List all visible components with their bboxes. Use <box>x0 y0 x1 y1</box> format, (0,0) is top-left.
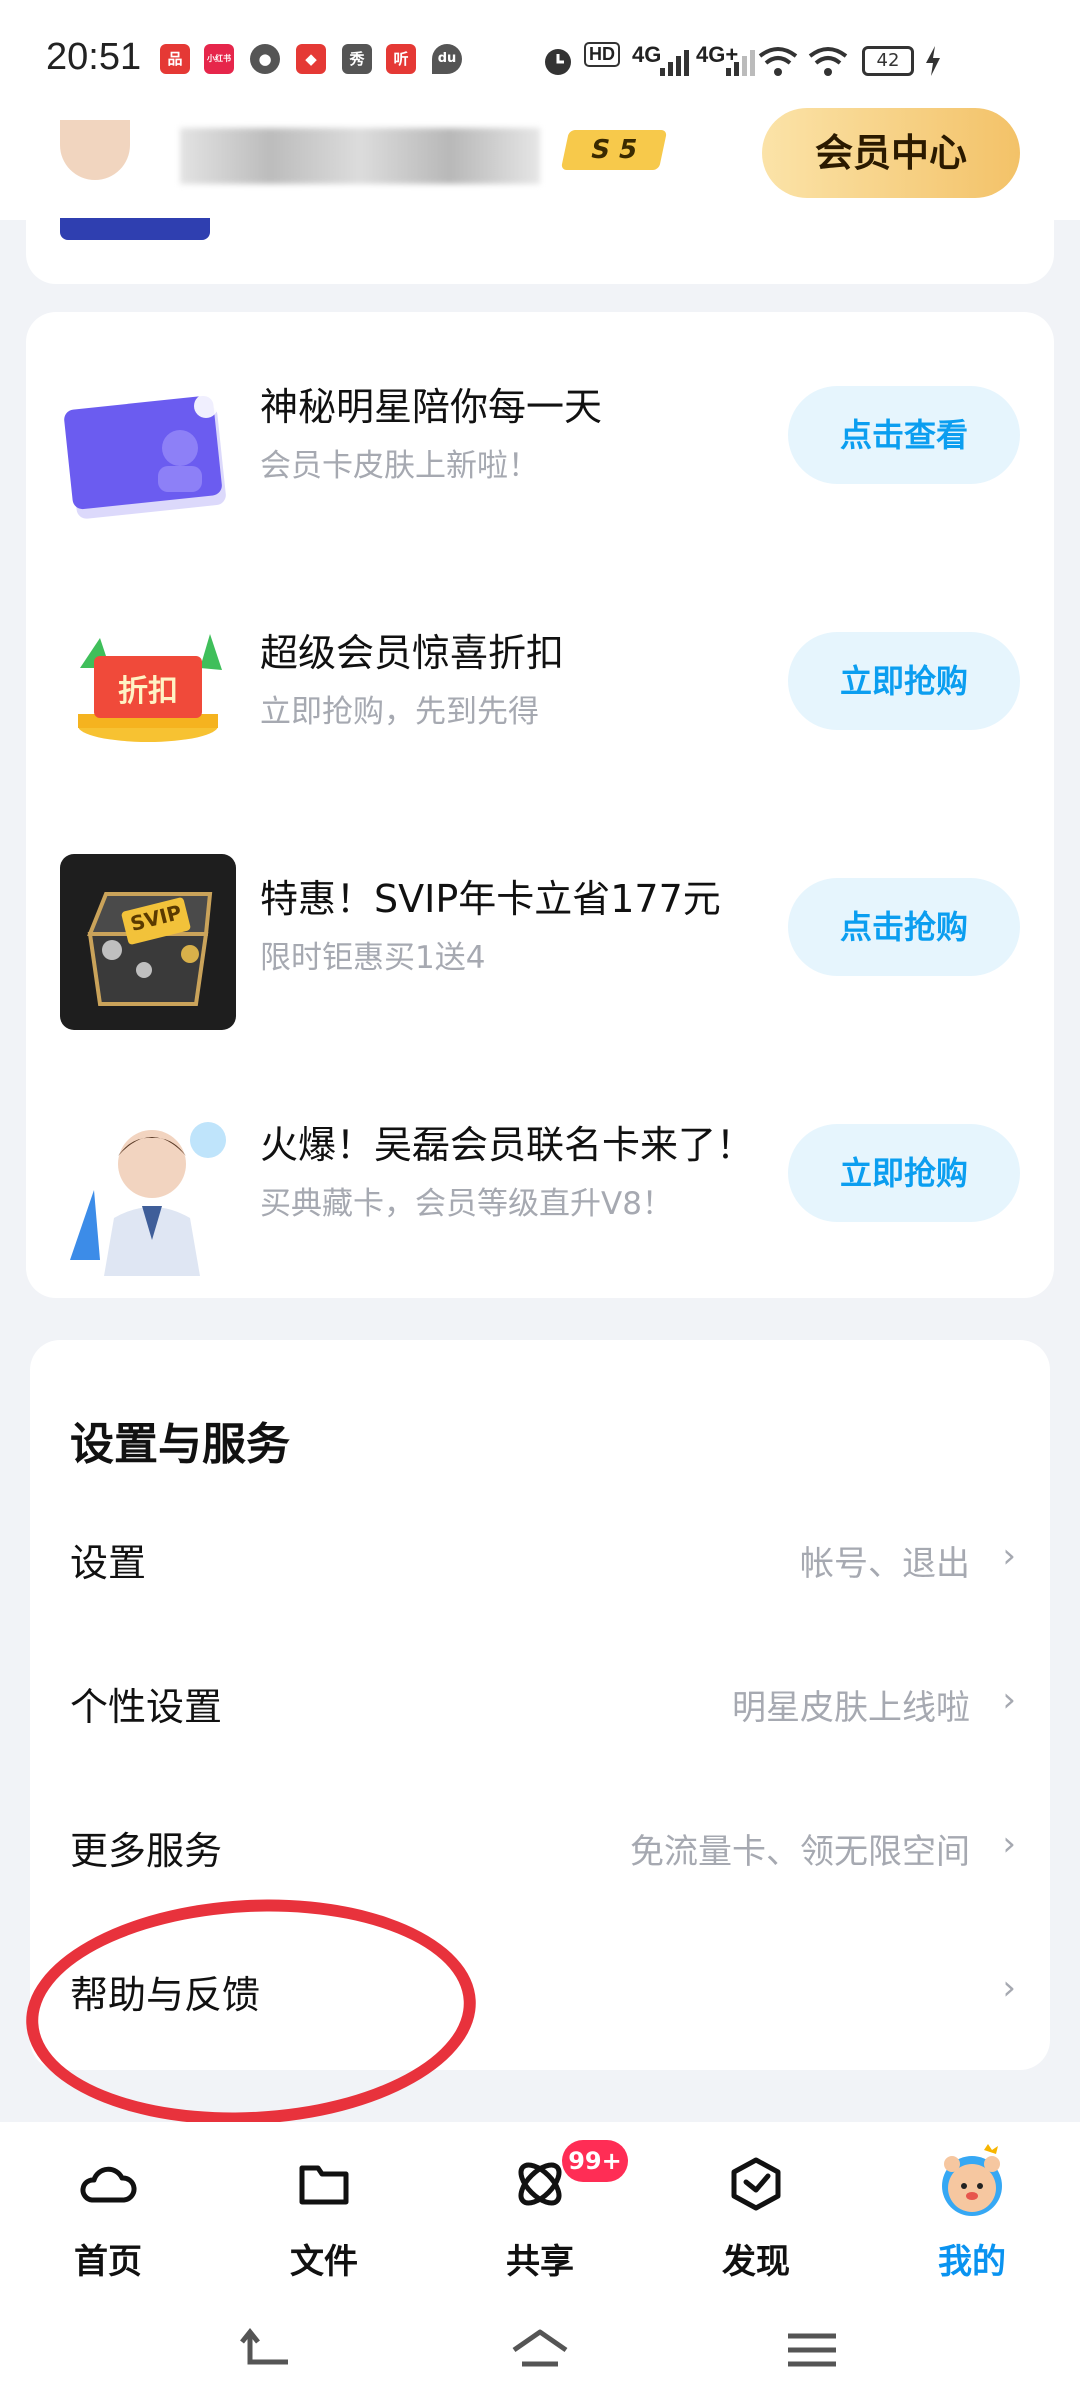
promo-subtitle: 限时钜惠买1送4 <box>260 940 486 976</box>
hd-indicator: HD <box>584 42 620 67</box>
tab-home[interactable]: 首页 <box>0 2122 216 2298</box>
chat-icon: ● <box>250 44 280 74</box>
tab-discover[interactable]: 发现 <box>648 2122 864 2298</box>
wifi-icon-2 <box>808 47 848 76</box>
tab-label: 我的 <box>938 2242 1006 2282</box>
discount-thumbnail: 折扣 <box>60 608 236 784</box>
member-card-strip <box>60 218 210 240</box>
user-avatar[interactable] <box>60 120 130 180</box>
menu-icon[interactable] <box>782 2326 842 2376</box>
level-badge: S 5 <box>560 130 668 170</box>
back-icon[interactable] <box>238 2326 298 2376</box>
promo-title: 火爆！吴磊会员联名卡来了！ <box>260 1123 755 1167</box>
alarm-icon <box>545 49 571 75</box>
discount-thumb-label: 折扣 <box>118 674 178 709</box>
promo-title: 超级会员惊喜折扣 <box>260 631 565 675</box>
cloud-icon <box>80 2166 137 2203</box>
tab-label: 共享 <box>506 2242 574 2282</box>
chevron-right-icon: › <box>1002 1968 1016 2008</box>
tab-mine[interactable]: 我的 <box>864 2122 1080 2298</box>
buy-now-button[interactable]: 立即抢购 <box>788 632 1020 730</box>
chevron-right-icon: › <box>1002 1680 1016 1720</box>
tab-label: 首页 <box>74 2242 142 2282</box>
signal-icon-1 <box>660 50 689 76</box>
system-navigation-bar <box>0 2298 1080 2408</box>
settings-row-personalize[interactable]: 个性设置 明星皮肤上线啦 › <box>30 1632 1050 1776</box>
chevron-right-icon: › <box>1002 1824 1016 1864</box>
home-icon[interactable] <box>510 2326 570 2376</box>
username-blurred <box>180 128 540 184</box>
vip-center-button[interactable]: 会员中心 <box>762 108 1020 198</box>
grab-button[interactable]: 点击抢购 <box>788 878 1020 976</box>
chevron-right-icon: › <box>1002 1536 1016 1576</box>
app-icon-ting: 听 <box>386 44 416 74</box>
app-icon-1: 品 <box>160 44 190 74</box>
network-4g-label: 4G <box>632 42 662 67</box>
tab-files[interactable]: 文件 <box>216 2122 432 2298</box>
promo-title: 特惠！SVIP年卡立省177元 <box>260 877 721 921</box>
notification-badge: 99+ <box>562 2140 628 2182</box>
tab-label: 文件 <box>290 2242 358 2282</box>
mascot-icon <box>942 2144 1002 2216</box>
star-card-thumbnail <box>60 362 236 538</box>
tab-share[interactable]: 99+ 共享 <box>432 2122 648 2298</box>
promo-title: 神秘明星陪你每一天 <box>260 385 603 429</box>
promo-item[interactable]: 神秘明星陪你每一天 会员卡皮肤上新啦！ 点击查看 <box>26 312 1054 558</box>
promo-item[interactable]: 火爆！吴磊会员联名卡来了！ 买典藏卡，会员等级直升V8！ 立即抢购 <box>26 1050 1054 1296</box>
promotion-list: 神秘明星陪你每一天 会员卡皮肤上新啦！ 点击查看 折扣 超级会员惊喜折扣 立即抢… <box>26 312 1054 1298</box>
discover-icon <box>731 2157 781 2211</box>
celebrity-thumbnail <box>60 1100 236 1276</box>
promo-subtitle: 立即抢购，先到先得 <box>260 694 539 730</box>
charging-icon <box>926 46 940 76</box>
promo-subtitle: 买典藏卡，会员等级直升V8！ <box>260 1186 673 1222</box>
settings-heading: 设置与服务 <box>70 1419 290 1470</box>
app-icon-4: ◆ <box>296 44 326 74</box>
promo-subtitle: 会员卡皮肤上新啦！ <box>260 448 539 484</box>
row-label: 设置 <box>70 1541 147 1585</box>
status-time: 20:51 <box>46 36 142 78</box>
tab-label: 发现 <box>722 2242 790 2282</box>
row-hint: 明星皮肤上线啦 <box>732 1688 970 1728</box>
app-icon-2: 小红书 <box>204 44 234 74</box>
member-card-bottom <box>26 200 1054 284</box>
treasure-chest-thumbnail: SVIP <box>60 854 236 1030</box>
row-hint: 免流量卡、领无限空间 <box>630 1832 970 1872</box>
view-button[interactable]: 点击查看 <box>788 386 1020 484</box>
settings-row-more-services[interactable]: 更多服务 免流量卡、领无限空间 › <box>30 1776 1050 1920</box>
buy-now-button[interactable]: 立即抢购 <box>788 1124 1020 1222</box>
app-icon-xiu: 秀 <box>342 44 372 74</box>
bottom-tab-bar: 首页 文件 99+ 共享 发现 我的 <box>0 2122 1080 2298</box>
wifi-icon-1 <box>758 47 798 76</box>
battery-indicator: 42 <box>862 46 914 76</box>
row-label: 更多服务 <box>70 1829 223 1873</box>
promo-item[interactable]: 折扣 超级会员惊喜折扣 立即抢购，先到先得 立即抢购 <box>26 558 1054 804</box>
status-bar: 20:51 品 小红书 ● ◆ 秀 听 du HD 4G 4G+ 42 <box>0 0 1080 120</box>
row-hint: 帐号、退出 <box>800 1544 970 1584</box>
promo-item[interactable]: SVIP 特惠！SVIP年卡立省177元 限时钜惠买1送4 点击抢购 <box>26 804 1054 1050</box>
settings-row-settings[interactable]: 设置 帐号、退出 › <box>30 1488 1050 1632</box>
row-label: 个性设置 <box>70 1685 223 1729</box>
folder-icon <box>299 2165 349 2205</box>
map-pin-icon: du <box>432 44 462 74</box>
